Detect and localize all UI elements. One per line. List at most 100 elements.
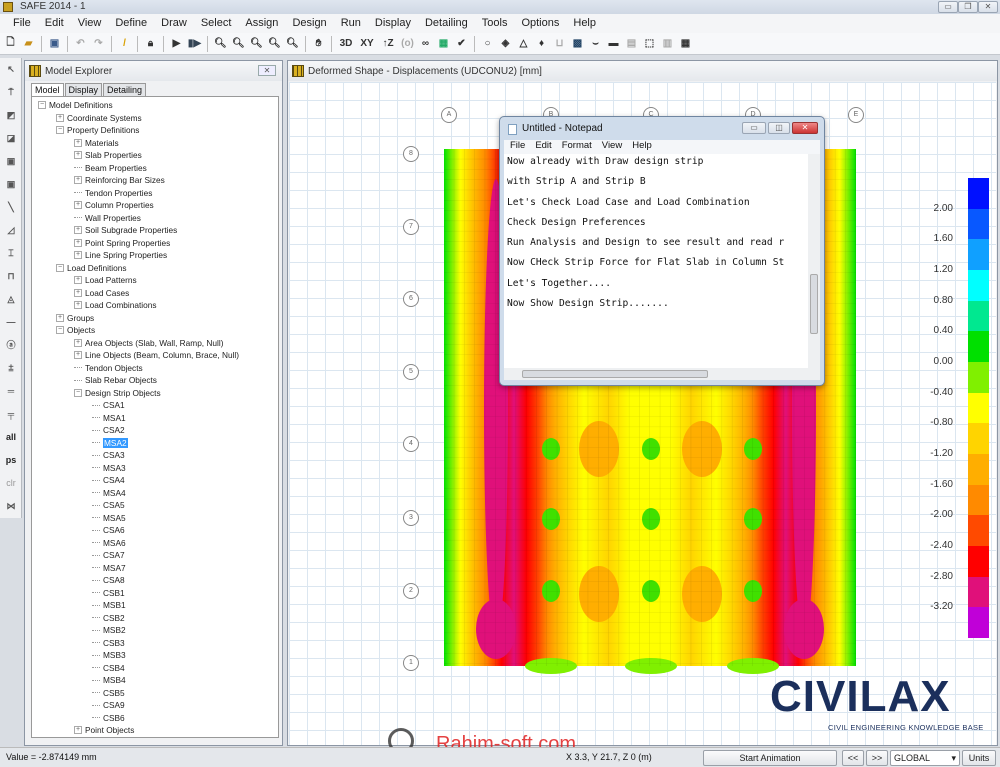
tab-model[interactable]: Model [31, 83, 64, 96]
undo-icon[interactable]: ↶ [73, 36, 88, 51]
zoom-restore-icon[interactable]: 🔍︎ [231, 36, 246, 51]
set-display-icon[interactable]: ▦ [436, 36, 451, 51]
tendon-icon[interactable]: ▤ [624, 36, 639, 51]
draw-rectangle-icon[interactable]: ◪ [2, 129, 20, 147]
close-button[interactable]: ✕ [978, 1, 998, 13]
units-button[interactable]: Units [962, 750, 996, 766]
binoculars-icon[interactable]: ∞ [418, 36, 433, 51]
notepad-menu-edit[interactable]: Edit [535, 140, 551, 154]
expand-icon[interactable]: + [74, 338, 82, 347]
expand-icon[interactable]: + [56, 313, 64, 322]
perspective-icon[interactable]: (o) [400, 36, 415, 51]
intersect-icon[interactable]: ⋈ [2, 497, 20, 515]
run-icon[interactable]: ▶ [169, 36, 184, 51]
tree-item[interactable]: MSA3 [92, 462, 126, 474]
select-all-button[interactable]: all [2, 428, 20, 446]
menu-display[interactable]: Display [368, 14, 418, 33]
draw-tendon-icon[interactable]: — [2, 313, 20, 331]
tree-item[interactable]: + Slab Properties [74, 149, 142, 161]
triangle-icon[interactable]: △ [516, 36, 531, 51]
tree-item[interactable]: CSA2 [92, 424, 125, 436]
previous-button[interactable]: << [842, 750, 864, 766]
expand-icon[interactable]: + [56, 113, 64, 122]
collapse-icon[interactable]: − [56, 126, 64, 134]
notepad-menu-view[interactable]: View [602, 140, 622, 154]
notepad-horizontal-scrollbar[interactable] [504, 368, 820, 380]
tree-item[interactable]: CSA5 [92, 499, 125, 511]
draw-line-icon[interactable]: ╲ [2, 198, 20, 216]
tree-item[interactable]: + Area Objects (Slab, Wall, Ramp, Null) [74, 337, 223, 349]
next-button[interactable]: >> [866, 750, 888, 766]
notepad-text-area[interactable]: Now already with Draw design strip with S… [504, 154, 808, 368]
tree-item[interactable]: + Load Combinations [74, 299, 157, 311]
contour-icon[interactable]: ▩ [570, 36, 585, 51]
tree-item[interactable]: CSA6 [92, 524, 125, 536]
circle-icon[interactable]: ○ [480, 36, 495, 51]
check-icon[interactable]: ✔ [454, 36, 469, 51]
tree-item[interactable]: CSB1 [92, 587, 125, 599]
rebar-icon[interactable]: ═ [2, 382, 20, 400]
tree-item[interactable]: CSB2 [92, 612, 125, 624]
table-icon[interactable]: ▥ [660, 36, 675, 51]
tree-item[interactable]: CSB3 [92, 637, 125, 649]
zoom-in-icon[interactable]: 🔍︎ [249, 36, 264, 51]
menu-help[interactable]: Help [566, 14, 603, 33]
run-design-icon[interactable]: ▮▶ [187, 36, 202, 51]
previous-selection-button[interactable]: ps [2, 451, 20, 469]
menu-design[interactable]: Design [285, 14, 333, 33]
expand-icon[interactable]: + [74, 238, 82, 247]
draw-beam-icon[interactable]: ◿ [2, 221, 20, 239]
select-frame-icon[interactable]: ⬚ [642, 36, 657, 51]
pan-icon[interactable]: ✋︎ [311, 36, 326, 51]
save-icon[interactable]: ▣ [47, 36, 62, 51]
tree-item[interactable]: + Point Spring Properties [74, 237, 170, 249]
tree-item[interactable]: − Design Strip Objects [74, 387, 161, 399]
pointer-icon[interactable]: ↖ [2, 60, 20, 78]
tree-item[interactable]: MSA4 [92, 487, 126, 499]
tree-item[interactable]: + Line Objects (Beam, Column, Brace, Null… [74, 349, 239, 361]
tree-item[interactable]: MSB3 [92, 649, 126, 661]
expand-icon[interactable]: + [74, 226, 82, 234]
tree-item[interactable]: MSA1 [92, 412, 126, 424]
menu-options[interactable]: Options [514, 14, 566, 33]
draw-column-icon[interactable]: ▣ [2, 152, 20, 170]
menu-edit[interactable]: Edit [38, 14, 71, 33]
expand-icon[interactable]: + [74, 251, 82, 259]
notepad-maximize-button[interactable]: ◫ [768, 122, 790, 134]
tree-item[interactable]: CSB4 [92, 662, 125, 674]
redo-icon[interactable]: ↷ [91, 36, 106, 51]
tab-display[interactable]: Display [64, 83, 103, 96]
menu-assign[interactable]: Assign [238, 14, 285, 33]
notepad-menu-help[interactable]: Help [632, 140, 652, 154]
expand-icon[interactable]: + [74, 201, 82, 209]
tree-item[interactable]: + Materials [74, 137, 119, 149]
book-icon[interactable]: ▦ [678, 36, 693, 51]
open-icon[interactable]: ▰ [21, 36, 36, 51]
strip-forces-icon[interactable]: ⌣ [588, 36, 603, 51]
new-file-icon[interactable]: 🗋 [3, 36, 18, 51]
tree-item[interactable]: Tendon Objects [74, 362, 143, 374]
minimize-button[interactable]: ▭ [938, 1, 958, 13]
tree-item[interactable]: + Load Cases [74, 287, 129, 299]
tree-item[interactable]: CSA7 [92, 549, 125, 561]
menu-run[interactable]: Run [334, 14, 368, 33]
tree-item[interactable]: MSA5 [92, 512, 126, 524]
notepad-minimize-button[interactable]: ▭ [742, 122, 766, 134]
tree-item[interactable]: + Coordinate Systems [56, 112, 142, 124]
forces-icon[interactable]: ⊔ [552, 36, 567, 51]
notepad-menu-file[interactable]: File [510, 140, 525, 154]
tree-item[interactable]: + Soil Subgrade Properties [74, 224, 177, 236]
zoom-window-icon[interactable]: 🔍︎ [213, 36, 228, 51]
tree-item[interactable]: − Property Definitions [56, 124, 139, 136]
clear-selection-button[interactable]: clr [2, 474, 20, 492]
snap-icon[interactable]: ╤ [2, 405, 20, 423]
draw-wall-icon[interactable]: ⊓ [2, 267, 20, 285]
expand-icon[interactable]: + [74, 276, 82, 284]
notepad-menu-format[interactable]: Format [562, 140, 592, 154]
expand-icon[interactable]: + [74, 726, 82, 734]
tree-item[interactable]: + Reinforcing Bar Sizes [74, 174, 165, 186]
deformed-shape-icon[interactable]: ♦ [534, 36, 549, 51]
tree-item[interactable]: CSA9 [92, 699, 125, 711]
tree-item[interactable]: MSA7 [92, 562, 126, 574]
draw-ramp-icon[interactable]: ◬ [2, 290, 20, 308]
